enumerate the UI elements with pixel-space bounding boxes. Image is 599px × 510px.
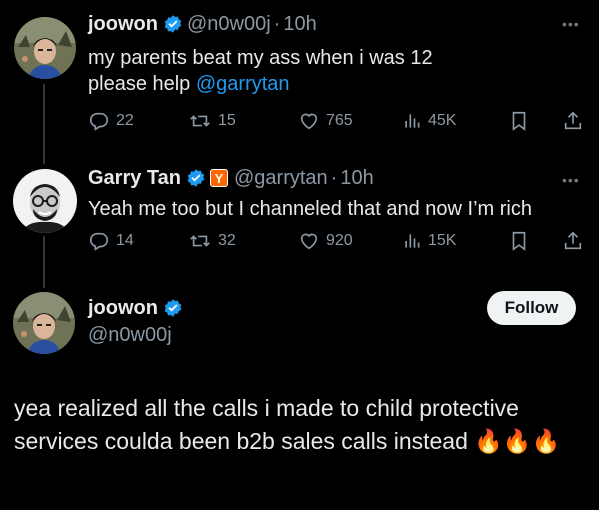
share-icon [564,111,582,130]
timestamp[interactable]: 10h [340,167,373,190]
reply-icon [89,232,109,251]
tweet-actions: 22 15 765 45K [86,110,586,136]
views-button[interactable]: 15K [402,230,456,252]
avatar[interactable] [14,17,76,79]
tweet-text: my parents beat my ass when i was 12 ple… [88,45,433,97]
share-button[interactable] [562,110,590,132]
view-count: 15K [428,232,457,249]
like-button[interactable]: 920 [298,230,353,252]
tweet-text-line: please help @garrytan [88,71,433,97]
author-handle[interactable]: @garrytan [234,167,328,190]
bookmark-icon [512,111,526,131]
author-name[interactable]: joowon [88,297,158,320]
retweet-count: 15 [218,112,236,129]
like-icon [300,233,318,250]
bookmark-button[interactable] [508,230,536,252]
verified-icon [163,14,183,34]
reply-count: 14 [116,232,134,249]
author-name[interactable]: joowon [88,13,158,36]
bookmark-icon [512,231,526,251]
author-name[interactable]: Garry Tan [88,167,181,190]
retweet-button[interactable]: 32 [188,230,236,252]
author-handle[interactable]: @n0w00j [88,324,172,347]
follow-button[interactable]: Follow [487,291,576,325]
retweet-icon [190,235,210,247]
retweet-button[interactable]: 15 [188,110,236,132]
more-icon[interactable]: ••• [562,16,580,32]
retweet-count: 32 [218,232,236,249]
views-icon [405,114,420,128]
like-count: 920 [326,232,353,249]
views-icon [405,234,420,248]
verified-icon [186,168,206,188]
mention-link[interactable]: @garrytan [196,73,290,95]
like-icon [300,113,318,130]
more-icon[interactable]: ••• [562,172,580,188]
reply-button[interactable]: 14 [88,230,134,252]
verified-icon [163,298,183,318]
like-count: 765 [326,112,353,129]
tweet-text: yea realized all the calls i made to chi… [14,395,561,454]
views-button[interactable]: 45K [402,110,456,132]
reply-count: 22 [116,112,134,129]
separator-dot: · [330,166,338,189]
avatar[interactable] [13,169,77,233]
share-icon [564,231,582,250]
thread-line [43,236,45,288]
bookmark-button[interactable] [508,110,536,132]
view-count: 45K [428,112,457,129]
timestamp[interactable]: 10h [283,13,316,36]
avatar[interactable] [13,292,75,354]
share-button[interactable] [562,230,590,252]
retweet-icon [190,115,210,127]
tweet-text: Yeah me too but I channeled that and now… [88,198,532,220]
reply-icon [89,112,109,131]
like-button[interactable]: 765 [298,110,353,132]
separator-dot: · [273,12,281,35]
tweet-actions: 14 32 920 15K [86,230,586,256]
tweet-text-part: please help [88,73,196,95]
reply-button[interactable]: 22 [88,110,134,132]
affiliate-badge[interactable]: Y [210,169,228,187]
tweet-text-line: my parents beat my ass when i was 12 [88,47,433,69]
thread-line [43,84,45,164]
author-handle[interactable]: @n0w00j [187,13,271,36]
